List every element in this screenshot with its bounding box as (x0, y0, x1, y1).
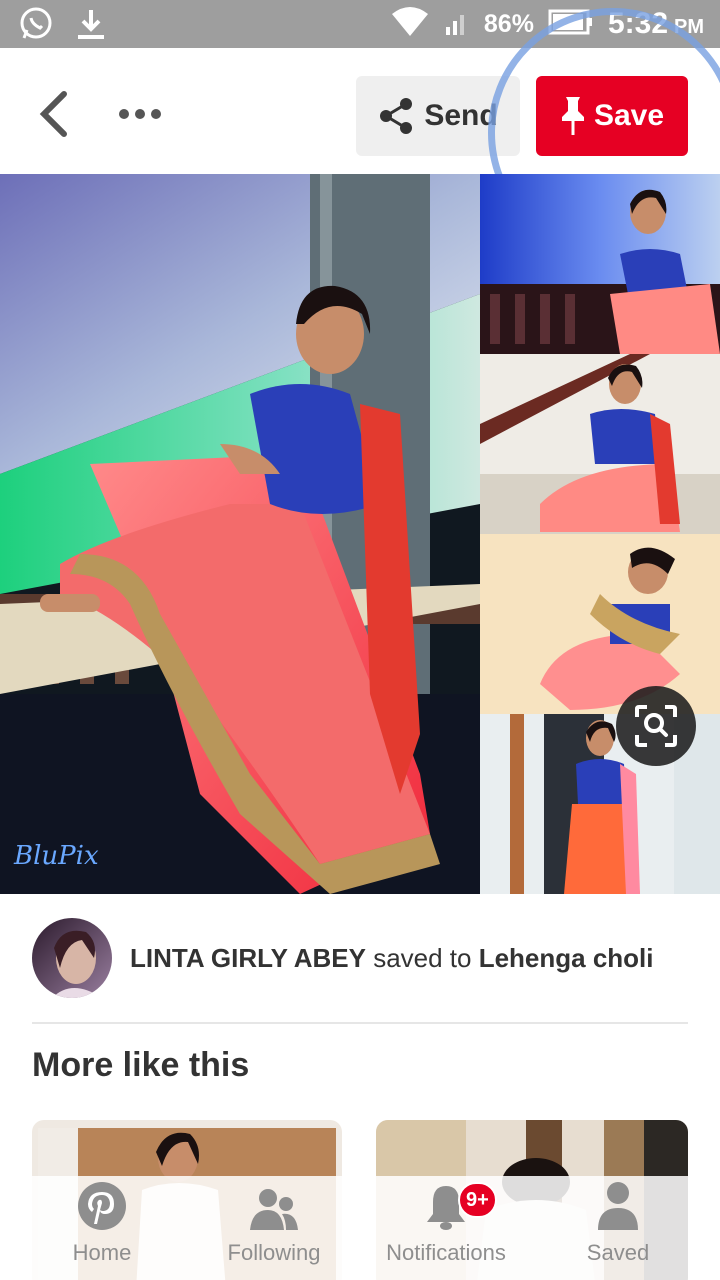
notification-badge: 9+ (458, 1182, 497, 1218)
nav-notifications[interactable]: 9+ Notifications (376, 1176, 516, 1280)
attribution-connector: saved to (365, 942, 479, 973)
nav-following[interactable]: Following (214, 1176, 334, 1280)
signal-icon (444, 7, 470, 42)
attribution-text: LINTA GIRLY ABEY saved to Lehenga choli (130, 943, 654, 974)
clock-time: 5:32 (607, 7, 668, 40)
pushpin-icon (561, 97, 584, 135)
board-name[interactable]: Lehenga choli (479, 943, 654, 973)
pin-attribution[interactable]: LINTA GIRLY ABEY saved to Lehenga choli (32, 918, 654, 998)
nav-notifications-label: Notifications (386, 1240, 506, 1265)
send-button[interactable]: Send (356, 76, 520, 156)
status-bar: 86% 5:32 PM (0, 0, 720, 48)
thumbnail-3 (480, 534, 720, 714)
person-icon (598, 1182, 638, 1230)
whatsapp-icon (18, 6, 54, 47)
nav-saved[interactable]: Saved (570, 1176, 666, 1280)
avatar[interactable] (32, 918, 112, 998)
nav-following-label: Following (227, 1240, 321, 1265)
thumbnail-1 (480, 174, 720, 354)
nav-home[interactable]: Home (52, 1176, 152, 1280)
nav-home-label: Home (72, 1240, 132, 1265)
save-label: Save (593, 99, 665, 132)
wifi-icon (390, 6, 430, 43)
visual-search-button[interactable] (616, 686, 696, 766)
main-photo: BluPix (0, 174, 480, 894)
visual-search-icon (635, 705, 677, 747)
more-options-button[interactable] (112, 96, 172, 132)
more-like-this-heading: More like this (32, 1046, 250, 1084)
ellipsis-icon (119, 109, 161, 119)
photo-watermark: BluPix (13, 841, 99, 871)
back-button[interactable] (30, 88, 78, 140)
thumbnail-2 (480, 354, 720, 534)
battery-percent: 86% (483, 9, 534, 38)
status-bar-left (18, 6, 108, 47)
status-bar-right: 86% 5:32 PM (390, 0, 704, 48)
pin-header: Send Save (0, 8, 720, 258)
people-icon (250, 1189, 298, 1230)
bottom-navigation: Home Following 9+ Notifications Saved (0, 1176, 720, 1280)
nav-saved-label: Saved (586, 1240, 650, 1265)
clock-ampm: PM (674, 15, 704, 38)
pinterest-logo-icon (78, 1182, 126, 1230)
chevron-left-icon (39, 91, 67, 137)
pinner-name[interactable]: LINTA GIRLY ABEY (130, 943, 366, 973)
battery-icon (548, 8, 594, 41)
divider (32, 1022, 688, 1024)
save-button[interactable]: Save (536, 76, 688, 156)
send-label: Send (424, 99, 498, 132)
share-icon (380, 98, 413, 134)
pin-image[interactable]: BluPix (0, 174, 720, 894)
download-icon (74, 6, 108, 47)
